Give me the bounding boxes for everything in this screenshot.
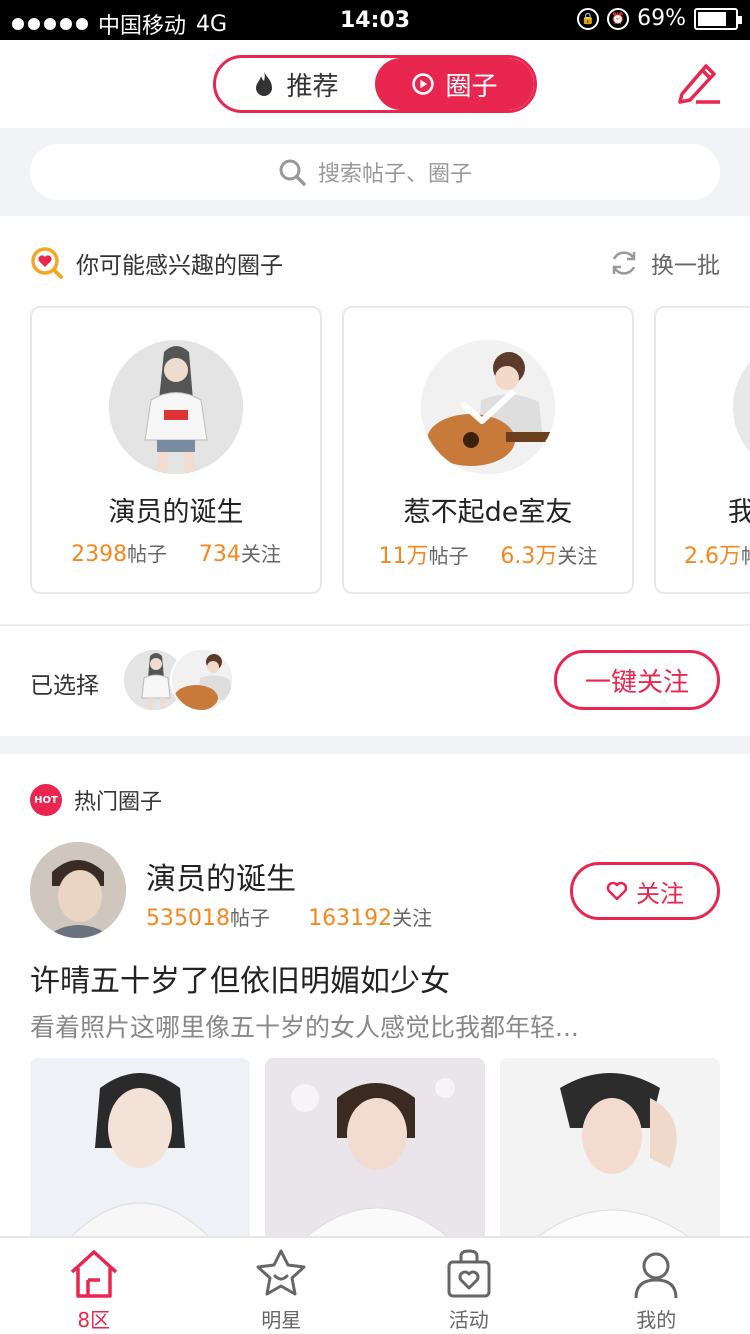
circle-stats: 2.6万帖子 (656, 538, 750, 570)
selected-label: 已选择 (30, 673, 99, 699)
circle-avatar (733, 340, 750, 474)
circle-card[interactable]: 我 2.6万帖子 (654, 306, 750, 594)
circle-name[interactable]: 演员的诞生 (146, 854, 296, 898)
post-count-unit: 帖子 (127, 542, 168, 566)
post-count: 535018 (146, 906, 230, 931)
circle-name: 演员的诞生 (108, 497, 244, 528)
tab-recommend-label: 推荐 (286, 71, 339, 102)
post-count-unit: 帖子 (741, 544, 750, 568)
post-count: 2.6万 (684, 544, 741, 569)
status-bar: 中国移动 4G 14:03 🔒 ⏰ 69% (0, 0, 750, 40)
tab-stars-label: 明星 (261, 1308, 302, 1332)
circle-play-icon (412, 73, 435, 95)
follow-count-unit: 关注 (240, 542, 281, 566)
circle-stats: 11万帖子 6.3万关注 (344, 538, 632, 570)
refresh-button[interactable]: 换一批 (609, 246, 720, 280)
alarm-icon: ⏰ (607, 7, 630, 30)
selected-check-icon (421, 340, 555, 474)
follow-count: 163192 (308, 906, 393, 931)
tab-events-label: 活动 (448, 1308, 489, 1332)
circle-cards: 演员的诞生 2398帖子 734关注 惹不起de室友 11万帖子 6.3万关注 … (0, 306, 750, 596)
follow-count: 6.3万 (500, 544, 558, 569)
refresh-label: 换一批 (651, 253, 720, 279)
section-gap (0, 736, 750, 754)
circle-card[interactable]: 演员的诞生 2398帖子 734关注 (30, 306, 322, 594)
bottom-tab-bar: 8区 明星 活动 我的 (0, 1236, 750, 1334)
circle-name: 我 (728, 497, 750, 528)
circle-stats: 2398帖子 734关注 (32, 538, 320, 567)
interest-title: 你可能感兴趣的圈子 (76, 253, 283, 279)
heart-search-icon (31, 247, 63, 279)
tab-mine[interactable]: 我的 (563, 1238, 750, 1334)
tab-recommend[interactable]: 推荐 (216, 58, 375, 110)
circle-card[interactable]: 惹不起de室友 11万帖子 6.3万关注 (342, 306, 634, 594)
hot-header: HOT 热门圈子 (30, 784, 162, 816)
tab-circles-label: 圈子 (445, 71, 498, 102)
search-icon (279, 159, 306, 186)
pencil-icon[interactable] (674, 58, 722, 106)
follow-all-button[interactable]: 一键关注 (554, 650, 720, 710)
search-placeholder: 搜索帖子、圈子 (317, 162, 472, 187)
post-count: 2398 (71, 542, 128, 567)
battery-percent: 69% (637, 6, 686, 31)
post-count-unit: 帖子 (428, 544, 469, 568)
flame-icon (256, 71, 273, 96)
tab-8zone[interactable]: 8区 (0, 1238, 188, 1334)
home-icon (70, 1250, 117, 1298)
hot-icon: HOT (30, 784, 62, 816)
post-count: 11万 (378, 544, 429, 569)
circle-name: 惹不起de室友 (403, 497, 573, 528)
post-image[interactable] (30, 1058, 250, 1238)
post-title[interactable]: 许晴五十岁了但依旧明媚如少女 (30, 956, 450, 1000)
follow-count: 734 (198, 542, 241, 567)
bag-icon (447, 1249, 491, 1298)
tab-stars[interactable]: 明星 (188, 1238, 376, 1334)
post-images (30, 1058, 720, 1238)
top-header: 推荐 圈子 (0, 40, 750, 128)
search-bar-area: 搜索帖子、圈子 (0, 128, 750, 216)
refresh-icon (612, 251, 636, 275)
post-count-unit: 帖子 (229, 906, 270, 930)
rotation-lock-icon: 🔒 (577, 7, 600, 30)
tab-8zone-label: 8区 (77, 1308, 111, 1332)
star-icon (256, 1249, 306, 1296)
follow-label: 关注 (636, 879, 684, 908)
tab-events[interactable]: 活动 (375, 1238, 563, 1334)
follow-count-unit: 关注 (392, 906, 433, 930)
interest-header: 你可能感兴趣的圈子 换一批 (0, 216, 750, 306)
circle-avatar (109, 340, 243, 474)
follow-button[interactable]: 关注 (570, 862, 720, 920)
battery-icon (694, 7, 742, 30)
post-circle-header: 演员的诞生 535018帖子 163192关注 关注 (30, 842, 720, 942)
follow-count-unit: 关注 (557, 544, 598, 568)
segment-control: 推荐 圈子 (213, 55, 537, 113)
post-description[interactable]: 看着照片这哪里像五十岁的女人感觉比我都年轻... (30, 1008, 720, 1044)
selected-avatar[interactable] (170, 648, 234, 712)
tab-circles[interactable]: 圈子 (375, 58, 534, 110)
selected-row: 已选择 一键关注 (0, 626, 750, 736)
circle-avatar[interactable] (30, 842, 126, 938)
tab-mine-label: 我的 (636, 1308, 677, 1332)
person-icon (634, 1252, 678, 1299)
post-image[interactable] (500, 1058, 720, 1238)
post-image[interactable] (265, 1058, 485, 1238)
heart-icon (606, 881, 628, 901)
circle-avatar (421, 340, 555, 474)
search-input[interactable]: 搜索帖子、圈子 (30, 144, 720, 200)
hot-title: 热门圈子 (74, 790, 163, 815)
circle-stats: 535018帖子 163192关注 (146, 902, 432, 931)
